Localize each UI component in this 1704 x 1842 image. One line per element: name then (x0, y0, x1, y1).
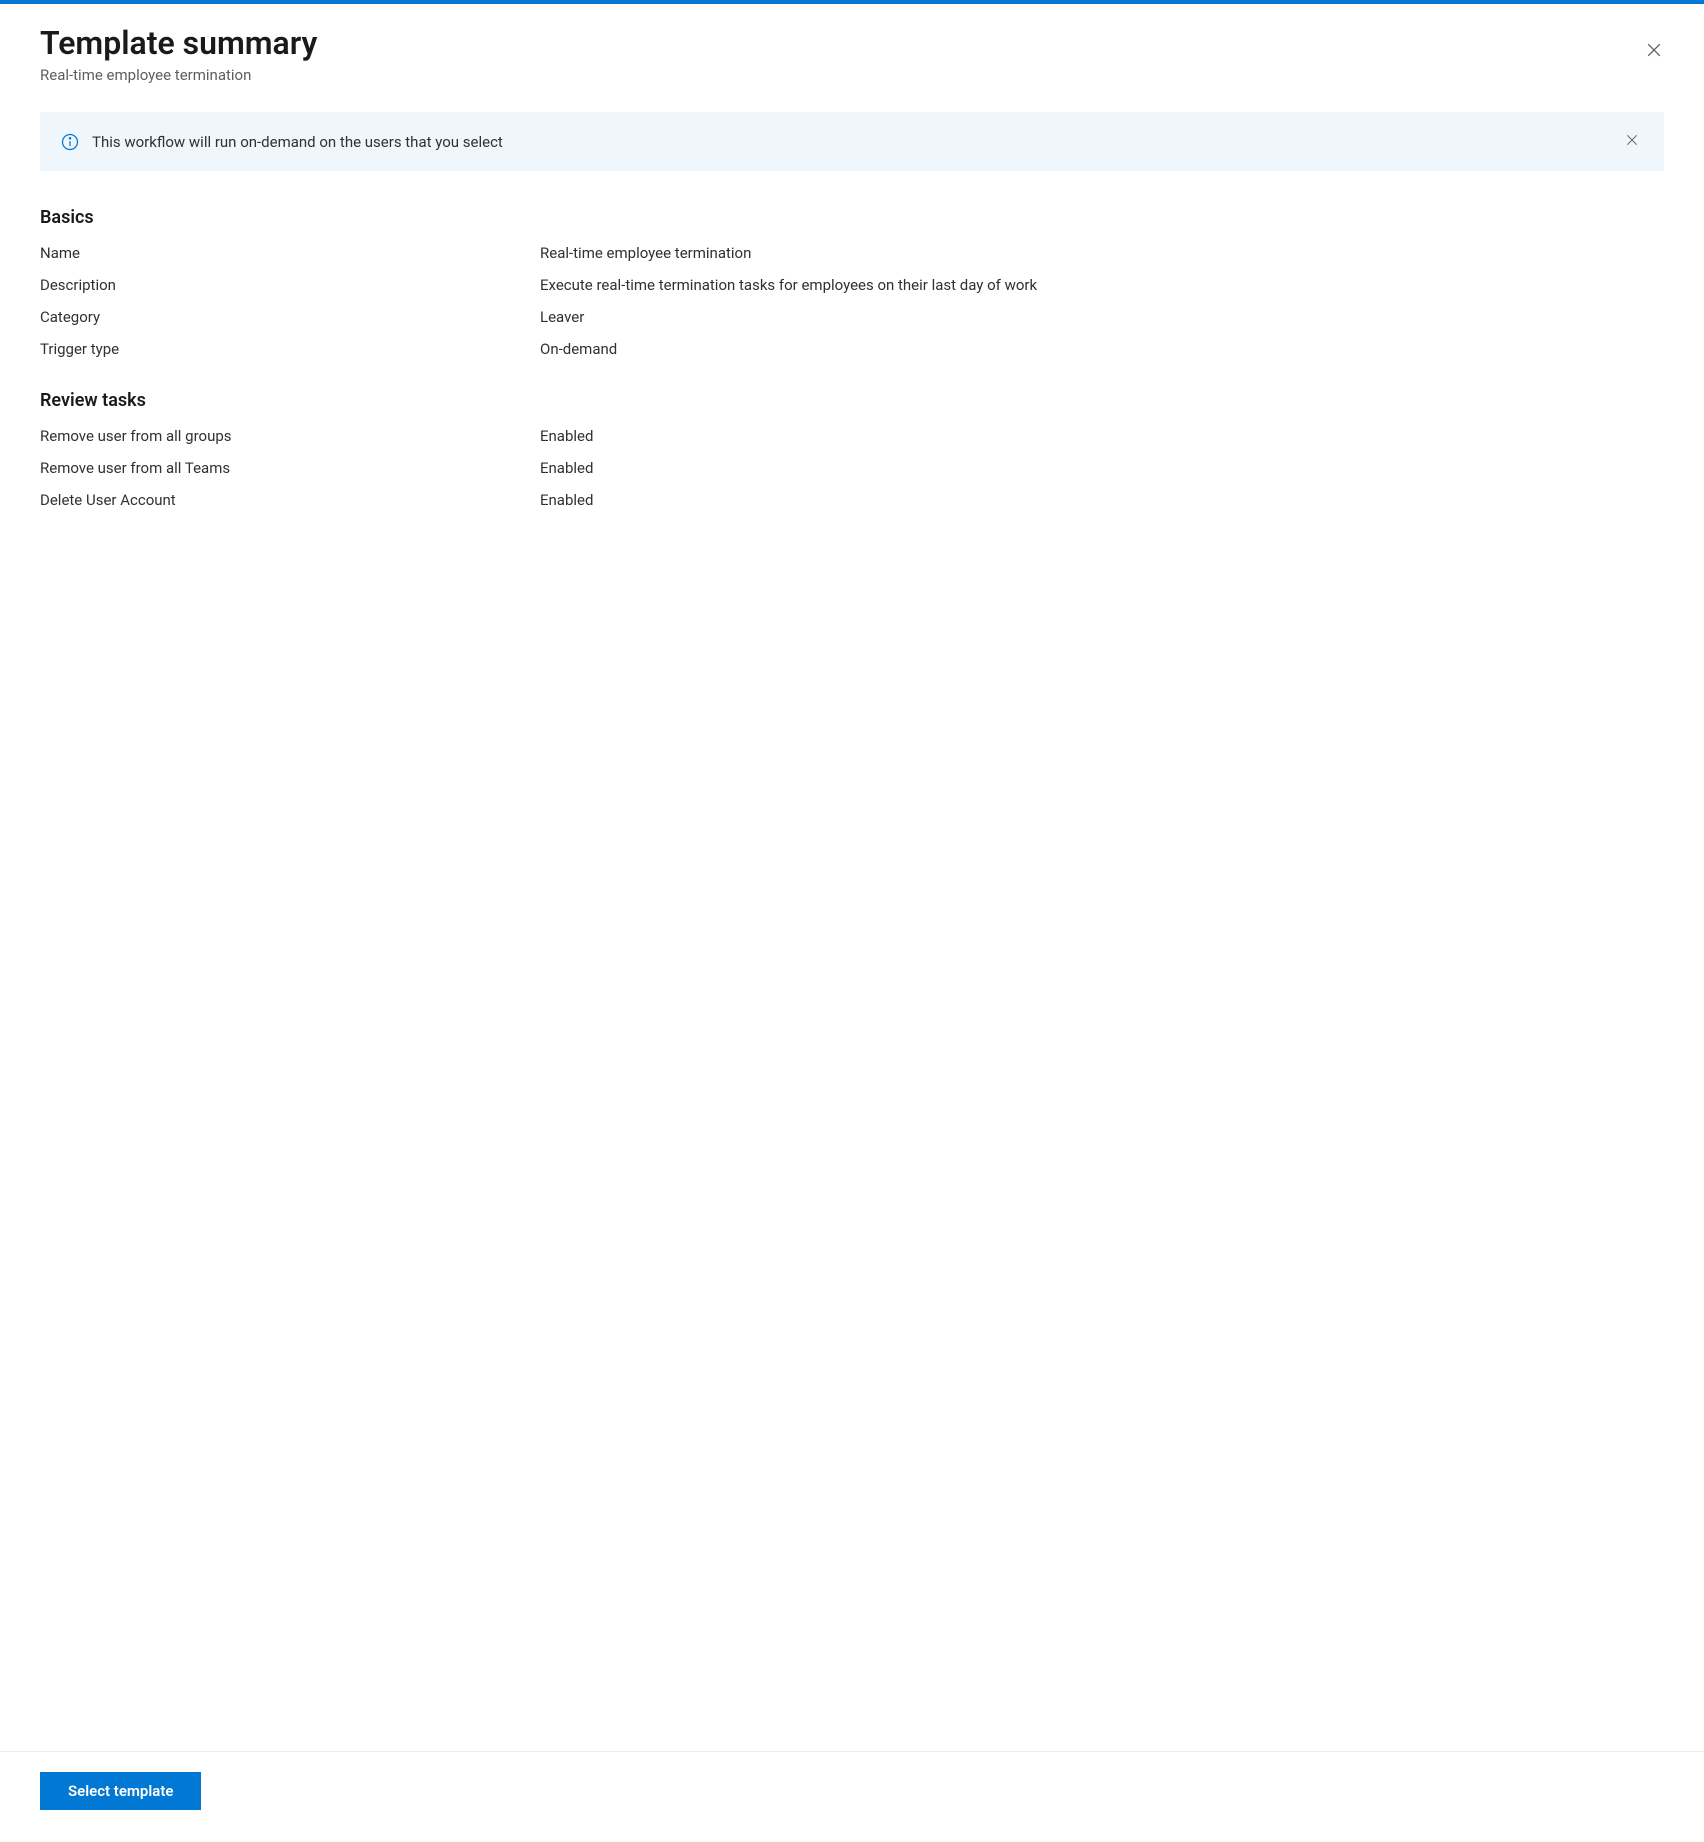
review-task-label: Remove user from all Teams (40, 459, 540, 477)
review-task-row: Remove user from all groups Enabled (40, 427, 1664, 445)
info-banner: This workflow will run on-demand on the … (40, 112, 1664, 171)
close-button[interactable] (1636, 32, 1672, 71)
basics-value: Real-time employee termination (540, 244, 751, 262)
basics-label: Description (40, 276, 540, 294)
basics-row: Category Leaver (40, 308, 1664, 326)
info-banner-text: This workflow will run on-demand on the … (92, 133, 503, 151)
review-task-label: Delete User Account (40, 491, 540, 509)
info-banner-dismiss-button[interactable] (1620, 128, 1644, 155)
review-task-value: Enabled (540, 459, 593, 477)
review-task-label: Remove user from all groups (40, 427, 540, 445)
content-area: Basics Name Real-time employee terminati… (0, 171, 1704, 1751)
review-task-value: Enabled (540, 427, 593, 445)
basics-row: Trigger type On-demand (40, 340, 1664, 358)
footer: Select template (0, 1751, 1704, 1842)
header-titles: Template summary Real-time employee term… (40, 24, 317, 84)
select-template-button[interactable]: Select template (40, 1772, 201, 1810)
review-task-value: Enabled (540, 491, 593, 509)
page-container: Template summary Real-time employee term… (0, 0, 1704, 1842)
info-banner-content: This workflow will run on-demand on the … (60, 132, 503, 152)
basics-value: Leaver (540, 308, 584, 326)
close-icon (1644, 40, 1664, 63)
basics-row: Name Real-time employee termination (40, 244, 1664, 262)
info-icon (60, 132, 80, 152)
basics-value: On-demand (540, 340, 617, 358)
page-title: Template summary (40, 24, 317, 62)
section-title-basics: Basics (40, 207, 1664, 228)
review-task-row: Remove user from all Teams Enabled (40, 459, 1664, 477)
page-subtitle: Real-time employee termination (40, 66, 317, 84)
section-title-review-tasks: Review tasks (40, 390, 1664, 411)
basics-value: Execute real-time termination tasks for … (540, 276, 1037, 294)
basics-row: Description Execute real-time terminatio… (40, 276, 1664, 294)
review-task-row: Delete User Account Enabled (40, 491, 1664, 509)
close-icon (1624, 132, 1640, 151)
basics-label: Trigger type (40, 340, 540, 358)
basics-label: Name (40, 244, 540, 262)
page-header: Template summary Real-time employee term… (0, 4, 1704, 96)
basics-label: Category (40, 308, 540, 326)
